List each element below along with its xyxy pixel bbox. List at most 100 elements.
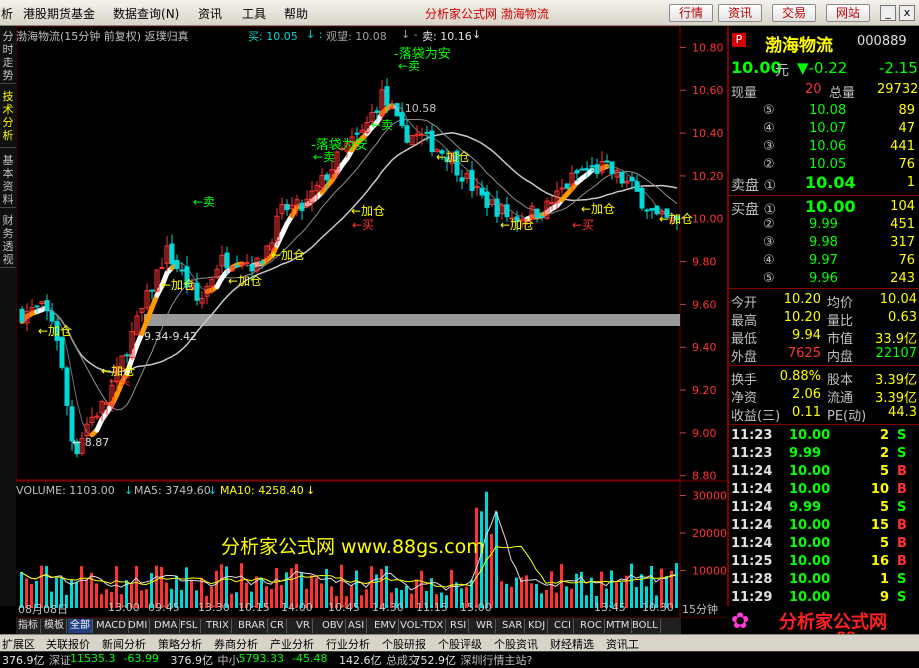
period-label[interactable]: 15分钟 xyxy=(682,601,718,617)
tab-intraday[interactable]: 分时走势 xyxy=(0,26,16,84)
volume-bar xyxy=(480,511,483,608)
sell-level-2[interactable]: ④ 10.07 47 xyxy=(729,120,919,138)
volume-bar xyxy=(485,492,488,608)
function-tab[interactable]: 个股评级 xyxy=(438,636,482,652)
indicator-tab-mtm[interactable]: MTM xyxy=(604,619,632,633)
sell-level-3[interactable]: ③ 10.06 441 xyxy=(729,138,919,156)
function-tab[interactable]: 财经精选 xyxy=(550,636,594,652)
indicator-tab-cci[interactable]: CCI xyxy=(552,619,574,633)
function-tab[interactable]: 产业分析 xyxy=(270,636,314,652)
indicator-tab-bar: 指标模板全部MACDDMIDMAFSLTRIX BRARCR VR OBVASI EMV… xyxy=(16,618,681,634)
indicator-tab-macd[interactable]: MACD xyxy=(94,619,129,633)
indicator-tab-vol-tdx[interactable]: VOL-TDX xyxy=(398,619,446,633)
function-tab[interactable]: 新闻分析 xyxy=(102,636,146,652)
tab-technical[interactable]: 技术分析 xyxy=(0,86,16,148)
indicator-tab-全部[interactable]: 全部 xyxy=(68,619,93,633)
ma-long-line xyxy=(22,133,677,372)
menu-bar: 析 港股期货基金 数据查询(N) 资讯 工具 帮助 分析家公式网 渤海物流 行情… xyxy=(0,0,919,26)
minimize-button[interactable]: _ xyxy=(880,5,896,21)
indicator-tab-boll[interactable]: BOLL xyxy=(630,619,661,633)
candle xyxy=(285,205,289,210)
indicator-tab-vr[interactable]: VR xyxy=(294,619,313,633)
menu-item-hk-futures[interactable]: 港股期货基金 xyxy=(23,5,95,22)
sell-level-5[interactable]: 卖盘 ① 10.04 1 xyxy=(729,174,919,192)
ma-short-segment xyxy=(617,168,622,170)
website-button[interactable]: 网站 xyxy=(826,4,870,22)
ticker-item: 142.6亿 xyxy=(339,652,382,668)
function-tab[interactable]: 扩展区 xyxy=(2,636,35,652)
book-volume: 47 xyxy=(898,121,915,136)
indicator-tab-fsl[interactable]: FSL xyxy=(178,619,201,633)
tab-financials[interactable]: 财务透视 xyxy=(0,210,16,268)
buy-level-4[interactable]: ④ 9.97 76 xyxy=(729,252,919,270)
menu-item-data-query[interactable]: 数据查询(N) xyxy=(113,5,179,22)
news-button[interactable]: 资讯 xyxy=(718,4,762,22)
sell-level-4[interactable]: ② 10.05 76 xyxy=(729,156,919,174)
time-label: 14:00 xyxy=(281,601,313,614)
candle xyxy=(385,87,389,105)
indicator-tab-kdj[interactable]: KDJ xyxy=(526,619,548,633)
indicator-tab-cr[interactable]: CR xyxy=(268,619,287,633)
indicator-tab-trix[interactable]: TRIX xyxy=(204,619,232,633)
indicator-tab-dma[interactable]: DMA xyxy=(152,619,180,633)
menu-item-help[interactable]: 帮助 xyxy=(284,5,308,22)
tab-fundamentals[interactable]: 基本资料 xyxy=(0,150,16,208)
indicator-tab-asi[interactable]: ASI xyxy=(346,619,367,633)
market-button[interactable]: 行情 xyxy=(669,4,713,22)
volume-bar xyxy=(490,534,493,608)
indicator-tab-emv[interactable]: EMV xyxy=(372,619,399,633)
y-tick-group: 10.8010.6010.4010.2010.009.809.609.409.2… xyxy=(680,41,727,577)
indicator-tab-obv[interactable]: OBV xyxy=(320,619,346,633)
logo-flower-icon: ✿ xyxy=(731,609,749,634)
indicator-tab-dmi[interactable]: DMI xyxy=(126,619,150,633)
candle xyxy=(430,131,434,152)
function-tab[interactable]: 关联报价 xyxy=(46,636,90,652)
function-tab[interactable]: 行业分析 xyxy=(326,636,370,652)
indicator-tab-roc[interactable]: ROC xyxy=(578,619,605,633)
indicator-tab-brar[interactable]: BRAR xyxy=(236,619,268,633)
ticker-item: 深圳行情主站? xyxy=(461,652,533,668)
buy-level-2[interactable]: ② 9.99 451 xyxy=(729,216,919,234)
stat-row: 最高 10.20 量比 0.63 xyxy=(729,309,919,327)
candle xyxy=(65,368,69,405)
price-row: 10.00 元 ▼-0.22 -2.15 xyxy=(729,58,919,78)
buy-level-1[interactable]: 买盘 ① 10.00 104 xyxy=(729,198,919,216)
function-tab[interactable]: 个股资讯 xyxy=(494,636,538,652)
indicator-tab-模板[interactable]: 模板 xyxy=(42,619,67,633)
book-volume: 451 xyxy=(890,217,915,232)
index-ticker: 376.9亿深证11535.3-63.99376.9亿中小5793.33-45.… xyxy=(0,651,919,665)
candle xyxy=(495,199,499,216)
stat-row: 今开 10.20 均价 10.04 xyxy=(729,291,919,309)
sell-level-1[interactable]: ⑤ 10.08 89 xyxy=(729,102,919,120)
indicator-tab-rsi[interactable]: RSI xyxy=(448,619,469,633)
tick-price: 10.00 xyxy=(789,590,830,605)
indicator-tab-指标[interactable]: 指标 xyxy=(16,619,41,633)
window-caption: 分析家公式网 渤海物流 xyxy=(425,5,549,22)
close-button[interactable]: x xyxy=(899,5,915,21)
tick-side: B xyxy=(897,482,907,497)
stat-value: 9.94 xyxy=(779,328,821,343)
stock-name: 渤海物流 xyxy=(765,31,833,56)
chart-area[interactable]: 10.8010.6010.4010.2010.009.809.609.409.2… xyxy=(16,26,727,606)
function-tab[interactable]: 资讯工 xyxy=(606,636,639,652)
indicator-tab-sar[interactable]: SAR xyxy=(500,619,525,633)
price-chart[interactable]: 10.8010.6010.4010.2010.009.809.609.409.2… xyxy=(16,26,727,618)
buy-level-3[interactable]: ③ 9.98 317 xyxy=(729,234,919,252)
book-volume: 1 xyxy=(907,175,915,190)
function-tab[interactable]: 策略分析 xyxy=(158,636,202,652)
menu-item-tools[interactable]: 工具 xyxy=(242,5,266,22)
y-tick-label: 9.00 xyxy=(692,427,717,440)
function-tab[interactable]: 券商分析 xyxy=(214,636,258,652)
buy-level-5[interactable]: ⑤ 9.96 243 xyxy=(729,270,919,288)
menu-item-news[interactable]: 资讯 xyxy=(198,5,222,22)
menu-item-analysis[interactable]: 析 xyxy=(1,5,13,22)
candle xyxy=(250,265,254,271)
trade-button[interactable]: 交易 xyxy=(772,4,816,22)
stat-value: 10.04 xyxy=(880,292,917,307)
book-level-label: ⑤ xyxy=(763,271,775,286)
candle xyxy=(300,203,304,210)
tick-row: 11:24 9.99 5 S xyxy=(729,499,919,517)
function-tab[interactable]: 个股研报 xyxy=(382,636,426,652)
time-label: 15:00 xyxy=(460,601,492,614)
indicator-tab-wr[interactable]: WR xyxy=(474,619,496,633)
